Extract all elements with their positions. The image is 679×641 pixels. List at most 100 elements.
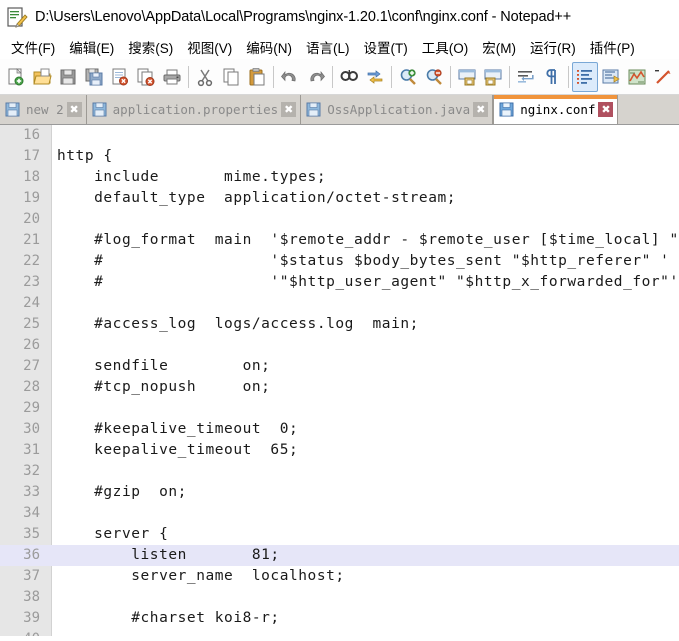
code-line[interactable]: 18 include mime.types; — [0, 167, 679, 188]
code-line[interactable]: 36 listen 81; — [0, 545, 679, 566]
code-line[interactable]: 35 server { — [0, 524, 679, 545]
toolbar-separator — [391, 65, 392, 88]
code-line[interactable]: 24 — [0, 293, 679, 314]
code-line[interactable]: 27 sendfile on; — [0, 356, 679, 377]
code-line[interactable]: 17 http { — [0, 146, 679, 167]
notepad-plus-plus-icon — [6, 6, 28, 28]
close-file-icon[interactable] — [107, 62, 133, 92]
macro-record-icon[interactable] — [650, 62, 676, 92]
code-line[interactable]: 37 server_name localhost; — [0, 566, 679, 587]
sync-horizontal-scroll-icon[interactable] — [480, 62, 506, 92]
tab-ossapplication-java[interactable]: OssApplication.java ✖ — [301, 95, 494, 124]
code-line[interactable]: 21 #log_format main '$remote_addr - $rem… — [0, 230, 679, 251]
tab-label: application.properties — [112, 102, 279, 117]
code-text: #log_format main '$remote_addr - $remote… — [94, 232, 679, 248]
code-text: #charset koi8-r; — [57, 610, 280, 626]
line-number: 35 — [23, 526, 40, 542]
ui-map-icon[interactable] — [624, 62, 650, 92]
menu-edit[interactable]: 编辑(E) — [62, 35, 121, 59]
menu-file[interactable]: 文件(F) — [4, 35, 62, 59]
menu-run[interactable]: 运行(R) — [523, 35, 583, 59]
code-text: #access_log logs/access.log main; — [57, 316, 419, 332]
tab-close-icon[interactable]: ✖ — [66, 102, 82, 117]
find-icon[interactable] — [336, 62, 362, 92]
paste-icon[interactable] — [244, 62, 270, 92]
code-line[interactable]: 31 keepalive_timeout 65; — [0, 440, 679, 461]
menu-language[interactable]: 语言(L) — [299, 35, 357, 59]
menu-plugins[interactable]: 插件(P) — [583, 35, 642, 59]
code-line[interactable]: 28 #tcp_nopush on; — [0, 377, 679, 398]
tab-close-icon[interactable]: ✖ — [598, 102, 614, 117]
line-number: 18 — [23, 169, 40, 185]
print-icon[interactable] — [159, 62, 185, 92]
code-text: server { — [57, 526, 169, 542]
undo-icon[interactable] — [277, 62, 303, 92]
tab-label: nginx.conf — [520, 102, 596, 117]
code-line[interactable]: 26 — [0, 335, 679, 356]
code-text: #tcp_nopush on; — [57, 379, 271, 395]
tab-nginx-conf[interactable]: nginx.conf ✖ — [493, 95, 619, 124]
line-number: 31 — [23, 442, 40, 458]
zoom-in-icon[interactable] — [395, 62, 421, 92]
line-number: 22 — [23, 253, 40, 269]
line-number: 30 — [23, 421, 40, 437]
save-icon[interactable] — [55, 62, 81, 92]
code-line[interactable]: 32 — [0, 461, 679, 482]
code-line[interactable]: 38 — [0, 587, 679, 608]
line-number: 20 — [23, 211, 40, 227]
code-line[interactable]: 22 # '$status $body_bytes_sent "$http_re… — [0, 251, 679, 272]
zoom-out-icon[interactable] — [421, 62, 447, 92]
menu-macro[interactable]: 宏(M) — [475, 35, 523, 59]
save-all-icon[interactable] — [81, 62, 107, 92]
code-line[interactable]: 25 #access_log logs/access.log main; — [0, 314, 679, 335]
word-wrap-icon[interactable] — [513, 62, 539, 92]
tab-application-properties[interactable]: application.properties ✖ — [86, 95, 302, 124]
code-line[interactable]: 19 default_type application/octet-stream… — [0, 188, 679, 209]
code-text: listen 81; — [57, 547, 280, 563]
title-bar: D:\Users\Lenovo\AppData\Local\Programs\n… — [0, 0, 679, 34]
code-text: keepalive_timeout 65; — [57, 442, 299, 458]
toolbar-separator — [450, 65, 451, 88]
window-title: D:\Users\Lenovo\AppData\Local\Programs\n… — [35, 9, 572, 25]
code-line[interactable]: 16 — [0, 125, 679, 146]
code-lines[interactable]: 16 17 http {18 include mime.types; 19 defau… — [0, 125, 679, 636]
code-line[interactable]: 39 #charset koi8-r; — [0, 608, 679, 629]
replace-icon[interactable] — [362, 62, 388, 92]
redo-icon[interactable] — [303, 62, 329, 92]
menu-search[interactable]: 搜索(S) — [121, 35, 180, 59]
code-line[interactable]: 40 — [0, 629, 679, 636]
menu-encoding[interactable]: 编码(N) — [239, 35, 299, 59]
code-text: include mime.types; — [57, 169, 327, 185]
sync-vertical-scroll-icon[interactable] — [454, 62, 480, 92]
close-all-files-icon[interactable] — [133, 62, 159, 92]
code-line[interactable]: 20 — [0, 209, 679, 230]
menu-view[interactable]: 视图(V) — [180, 35, 239, 59]
cut-icon[interactable] — [192, 62, 218, 92]
line-number: 39 — [23, 610, 40, 626]
code-line[interactable]: 30 #keepalive_timeout 0; — [0, 419, 679, 440]
editor-area[interactable]: 16 17 http {18 include mime.types; 19 defau… — [0, 125, 679, 636]
toolbar-separator — [509, 65, 510, 88]
toolbar — [0, 59, 679, 95]
tab-close-icon[interactable]: ✖ — [473, 102, 489, 117]
line-number: 32 — [23, 463, 40, 479]
show-paragraph-mark-icon[interactable] — [539, 62, 565, 92]
code-line[interactable]: 34 — [0, 503, 679, 524]
tab-close-icon[interactable]: ✖ — [281, 102, 297, 117]
code-line[interactable]: 23 # '"$http_user_agent" "$http_x_forwar… — [0, 272, 679, 293]
show-all-characters-icon[interactable] — [572, 61, 598, 92]
line-number: 34 — [23, 505, 40, 521]
line-number: 33 — [23, 484, 40, 500]
new-file-icon[interactable] — [3, 62, 29, 92]
copy-icon[interactable] — [218, 62, 244, 92]
code-text: server_name localhost; — [57, 568, 345, 584]
menu-settings[interactable]: 设置(T) — [357, 35, 415, 59]
tab-new-2[interactable]: new 2 ✖ — [0, 95, 87, 124]
notepad-plus-plus-window: D:\Users\Lenovo\AppData\Local\Programs\n… — [0, 0, 679, 641]
code-line[interactable]: 33 #gzip on; — [0, 482, 679, 503]
show-indent-guide-icon[interactable] — [598, 62, 624, 92]
code-line[interactable]: 29 — [0, 398, 679, 419]
menu-tools[interactable]: 工具(O) — [415, 35, 476, 59]
toolbar-separator — [188, 65, 189, 88]
open-folder-icon[interactable] — [29, 62, 55, 92]
